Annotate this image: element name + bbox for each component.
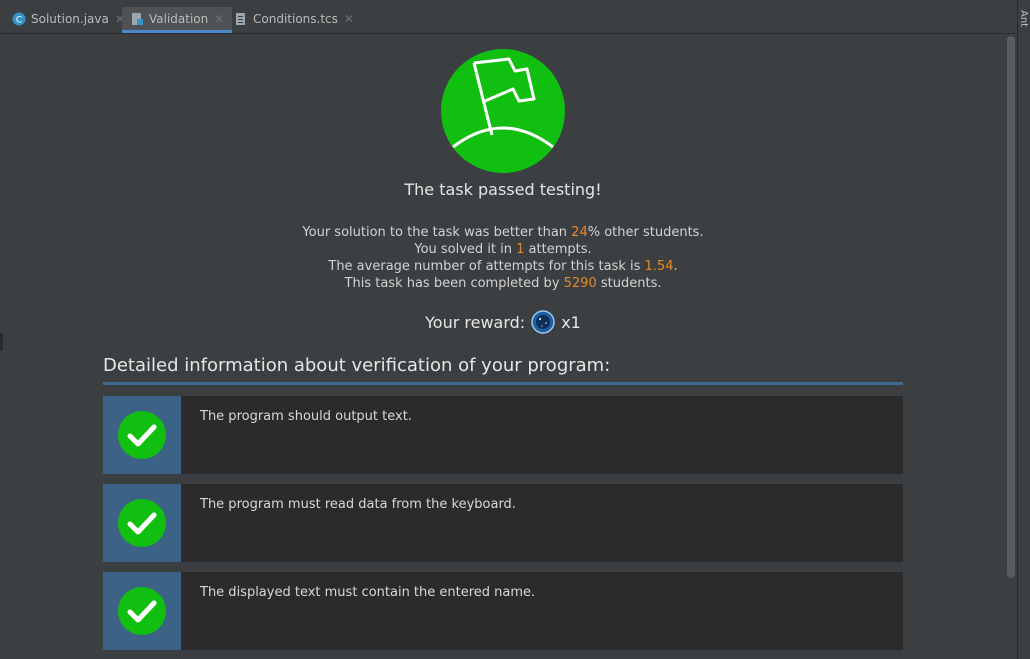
check-icon — [118, 499, 166, 547]
java-class-icon: C — [12, 12, 26, 26]
reward-multiplier: x1 — [561, 312, 581, 332]
details-divider — [103, 382, 903, 385]
stat-average-attempts: The average number of attempts for this … — [328, 259, 678, 274]
editor-tab-bar: C Solution.java ✕ Validation ✕ Condition… — [0, 0, 1018, 34]
document-icon — [234, 12, 248, 26]
tab-label: Conditions.tcs — [253, 12, 338, 26]
verification-item: The program should output text. — [103, 396, 903, 474]
verification-text: The program should output text. — [200, 409, 412, 424]
tab-label: Solution.java — [31, 12, 109, 26]
close-icon[interactable]: ✕ — [344, 12, 354, 26]
right-tool-strip: Ant — [1017, 0, 1030, 659]
ide-window: C Solution.java ✕ Validation ✕ Condition… — [0, 0, 1030, 659]
stat-completed-by: This task has been completed by 5290 stu… — [344, 276, 662, 291]
ant-tool-button[interactable]: Ant — [1018, 10, 1029, 27]
gutter-marker — [0, 333, 3, 351]
check-badge — [103, 484, 181, 562]
reward-row: Your reward: x1 — [0, 310, 1006, 334]
verification-item: The displayed text must contain the ente… — [103, 572, 903, 650]
check-icon — [118, 411, 166, 459]
flag-on-hill-icon — [441, 49, 565, 173]
dark-matter-coin-icon — [531, 310, 555, 334]
check-icon — [118, 587, 166, 635]
verification-item: The program must read data from the keyb… — [103, 484, 903, 562]
verification-text: The displayed text must contain the ente… — [200, 585, 536, 600]
stat-attempts: You solved it in 1 attempts. — [414, 242, 592, 257]
tab-solution-java[interactable]: C Solution.java ✕ — [12, 7, 125, 31]
close-icon[interactable]: ✕ — [214, 12, 224, 26]
details-heading: Detailed information about verification … — [103, 355, 611, 376]
stat-better-than: Your solution to the task was better tha… — [302, 225, 704, 240]
verification-text: The program must read data from the keyb… — [200, 497, 516, 512]
check-badge — [103, 396, 181, 474]
svg-text:C: C — [16, 16, 22, 26]
tab-validation[interactable]: Validation ✕ — [122, 7, 233, 33]
reward-label: Your reward: — [425, 312, 526, 332]
tab-conditions-tcs[interactable]: Conditions.tcs ✕ — [234, 7, 354, 31]
validation-doc-icon — [130, 12, 144, 26]
tab-label: Validation — [149, 12, 209, 26]
vertical-scrollbar[interactable] — [1007, 36, 1015, 578]
check-badge — [103, 572, 181, 650]
result-stats: Your solution to the task was better tha… — [0, 224, 1006, 292]
verification-list: The program should output text. The prog… — [103, 396, 903, 659]
result-title: The task passed testing! — [404, 180, 602, 199]
